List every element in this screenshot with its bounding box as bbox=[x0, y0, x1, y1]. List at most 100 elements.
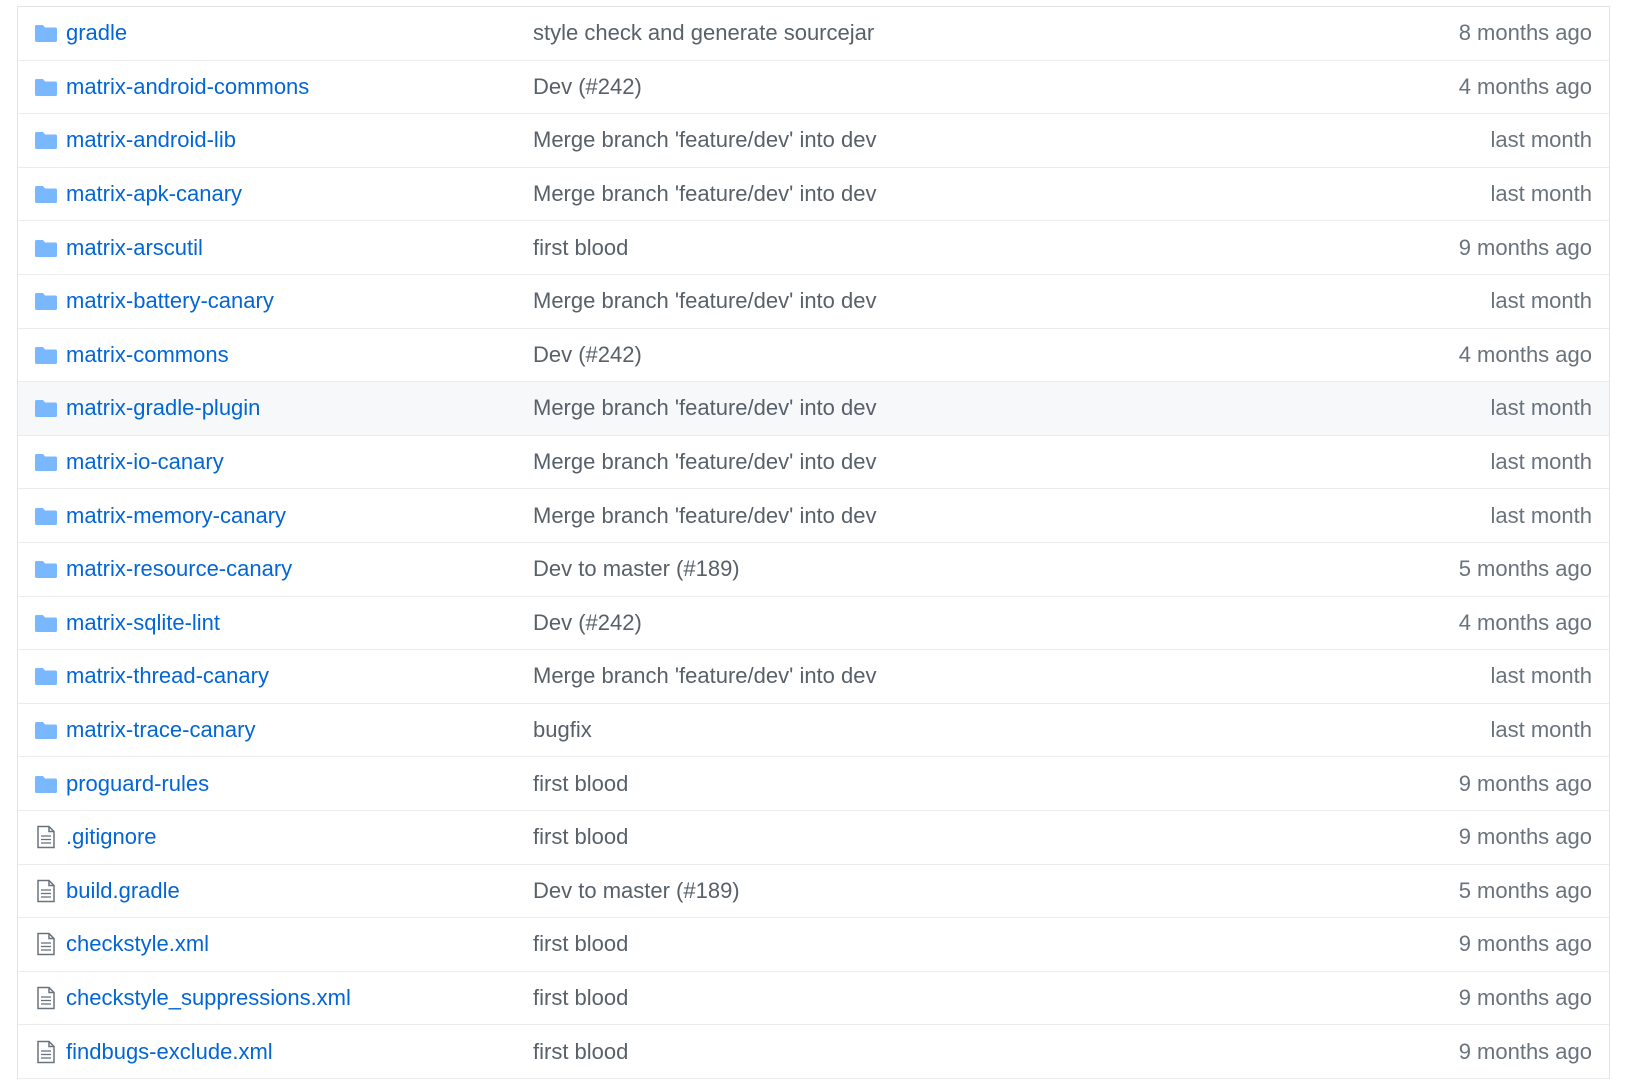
folder-link[interactable]: matrix-apk-canary bbox=[66, 181, 242, 207]
commit-age: last month bbox=[1490, 288, 1593, 314]
commit-age: 4 months ago bbox=[1458, 609, 1592, 635]
folder-link[interactable]: matrix-commons bbox=[66, 342, 229, 368]
commit-age: 8 months ago bbox=[1458, 20, 1592, 46]
commit-message-link[interactable]: first blood bbox=[533, 824, 628, 850]
folder-icon bbox=[33, 718, 59, 742]
commit-message-link[interactable]: first blood bbox=[533, 1039, 628, 1065]
commit-age: 5 months ago bbox=[1458, 556, 1592, 582]
commit-age: last month bbox=[1490, 663, 1593, 689]
file-icon bbox=[33, 932, 59, 956]
folder-icon bbox=[33, 21, 59, 45]
file-row[interactable]: proguard-rules first blood 9 months ago bbox=[18, 757, 1609, 811]
file-row[interactable]: matrix-commons Dev (#242) 4 months ago bbox=[18, 329, 1609, 383]
folder-link[interactable]: matrix-android-lib bbox=[66, 127, 236, 153]
folder-icon bbox=[33, 128, 59, 152]
commit-message-link[interactable]: Merge branch 'feature/dev' into dev bbox=[533, 181, 877, 207]
commit-message-link[interactable]: first blood bbox=[533, 235, 628, 261]
file-row[interactable]: matrix-memory-canary Merge branch 'featur… bbox=[18, 489, 1609, 543]
file-row[interactable]: matrix-sqlite-lint Dev (#242) 4 months ago bbox=[18, 597, 1609, 651]
commit-message-link[interactable]: Merge branch 'feature/dev' into dev bbox=[533, 503, 877, 529]
file-row[interactable]: matrix-battery-canary Merge branch 'featu… bbox=[18, 275, 1609, 329]
commit-age: last month bbox=[1490, 127, 1593, 153]
commit-age: 9 months ago bbox=[1458, 234, 1592, 260]
file-row[interactable]: matrix-thread-canary Merge branch 'featur… bbox=[18, 650, 1609, 704]
file-row[interactable]: findbugs-exclude.xml first blood 9 months … bbox=[18, 1025, 1609, 1079]
commit-message-link[interactable]: Merge branch 'feature/dev' into dev bbox=[533, 127, 877, 153]
commit-message-link[interactable]: first blood bbox=[533, 771, 628, 797]
file-row[interactable]: checkstyle_suppressions.xml first blood 9 … bbox=[18, 972, 1609, 1026]
folder-link[interactable]: matrix-gradle-plugin bbox=[66, 395, 260, 421]
folder-icon bbox=[33, 504, 59, 528]
file-row[interactable]: gradle style check and generate sourcejar… bbox=[18, 7, 1609, 61]
folder-icon bbox=[33, 611, 59, 635]
folder-icon bbox=[33, 450, 59, 474]
file-row[interactable]: checkstyle.xml first blood 9 months ago bbox=[18, 918, 1609, 972]
commit-age: 9 months ago bbox=[1458, 931, 1592, 957]
folder-link[interactable]: matrix-trace-canary bbox=[66, 717, 255, 743]
folder-link[interactable]: matrix-battery-canary bbox=[66, 288, 274, 314]
commit-message-link[interactable]: first blood bbox=[533, 931, 628, 957]
commit-message-link[interactable]: Dev to master (#189) bbox=[533, 878, 740, 904]
file-row[interactable]: matrix-arscutil first blood 9 months ago bbox=[18, 221, 1609, 275]
file-row[interactable]: matrix-trace-canary bugfix last month bbox=[18, 704, 1609, 758]
file-row[interactable]: build.gradle Dev to master (#189) 5 months… bbox=[18, 865, 1609, 919]
commit-message-link[interactable]: Dev to master (#189) bbox=[533, 556, 740, 582]
commit-message-link[interactable]: first blood bbox=[533, 985, 628, 1011]
commit-age: 9 months ago bbox=[1458, 824, 1592, 850]
folder-link[interactable]: gradle bbox=[66, 20, 127, 46]
folder-icon bbox=[33, 182, 59, 206]
commit-message-link[interactable]: Dev (#242) bbox=[533, 74, 642, 100]
folder-icon bbox=[33, 75, 59, 99]
file-icon bbox=[33, 879, 59, 903]
file-row[interactable]: matrix-gradle-plugin Merge branch 'featur… bbox=[18, 382, 1609, 436]
commit-age: 9 months ago bbox=[1458, 770, 1592, 796]
commit-age: 5 months ago bbox=[1458, 877, 1592, 903]
commit-message-link[interactable]: Dev (#242) bbox=[533, 342, 642, 368]
file-row[interactable]: matrix-apk-canary Merge branch 'feature/d… bbox=[18, 168, 1609, 222]
folder-link[interactable]: matrix-memory-canary bbox=[66, 503, 286, 529]
file-icon bbox=[33, 825, 59, 849]
file-link[interactable]: checkstyle.xml bbox=[66, 931, 209, 957]
commit-age: 4 months ago bbox=[1458, 341, 1592, 367]
commit-message-link[interactable]: Merge branch 'feature/dev' into dev bbox=[533, 663, 877, 689]
file-list: gradle style check and generate sourcejar… bbox=[17, 6, 1610, 1079]
file-link[interactable]: checkstyle_suppressions.xml bbox=[66, 985, 351, 1011]
folder-link[interactable]: matrix-resource-canary bbox=[66, 556, 292, 582]
file-link[interactable]: findbugs-exclude.xml bbox=[66, 1039, 273, 1065]
file-icon bbox=[33, 1040, 59, 1064]
commit-age: last month bbox=[1490, 502, 1593, 528]
file-link[interactable]: .gitignore bbox=[66, 824, 157, 850]
commit-message-link[interactable]: Merge branch 'feature/dev' into dev bbox=[533, 288, 877, 314]
folder-link[interactable]: matrix-android-commons bbox=[66, 74, 309, 100]
file-row[interactable]: matrix-android-lib Merge branch 'feature/… bbox=[18, 114, 1609, 168]
file-row[interactable]: matrix-android-commons Dev (#242) 4 months… bbox=[18, 61, 1609, 115]
folder-link[interactable]: matrix-io-canary bbox=[66, 449, 224, 475]
file-row[interactable]: matrix-resource-canary Dev to master (#18… bbox=[18, 543, 1609, 597]
file-link[interactable]: build.gradle bbox=[66, 878, 180, 904]
commit-age: last month bbox=[1490, 181, 1593, 207]
commit-age: 9 months ago bbox=[1458, 1038, 1592, 1064]
commit-message-link[interactable]: Merge branch 'feature/dev' into dev bbox=[533, 395, 877, 421]
commit-age: last month bbox=[1490, 449, 1593, 475]
folder-icon bbox=[33, 557, 59, 581]
file-row[interactable]: matrix-io-canary Merge branch 'feature/de… bbox=[18, 436, 1609, 490]
commit-message-link[interactable]: style check and generate sourcejar bbox=[533, 20, 874, 46]
file-icon bbox=[33, 986, 59, 1010]
folder-link[interactable]: matrix-arscutil bbox=[66, 235, 203, 261]
folder-icon bbox=[33, 343, 59, 367]
file-row[interactable]: .gitignore first blood 9 months ago bbox=[18, 811, 1609, 865]
commit-message-link[interactable]: Dev (#242) bbox=[533, 610, 642, 636]
commit-age: last month bbox=[1490, 395, 1593, 421]
commit-age: last month bbox=[1490, 717, 1593, 743]
folder-link[interactable]: matrix-sqlite-lint bbox=[66, 610, 220, 636]
folder-icon bbox=[33, 289, 59, 313]
folder-icon bbox=[33, 236, 59, 260]
commit-message-link[interactable]: bugfix bbox=[533, 717, 592, 743]
commit-age: 4 months ago bbox=[1458, 73, 1592, 99]
folder-icon bbox=[33, 664, 59, 688]
commit-message-link[interactable]: Merge branch 'feature/dev' into dev bbox=[533, 449, 877, 475]
folder-icon bbox=[33, 396, 59, 420]
folder-link[interactable]: matrix-thread-canary bbox=[66, 663, 269, 689]
folder-icon bbox=[33, 772, 59, 796]
folder-link[interactable]: proguard-rules bbox=[66, 771, 209, 797]
